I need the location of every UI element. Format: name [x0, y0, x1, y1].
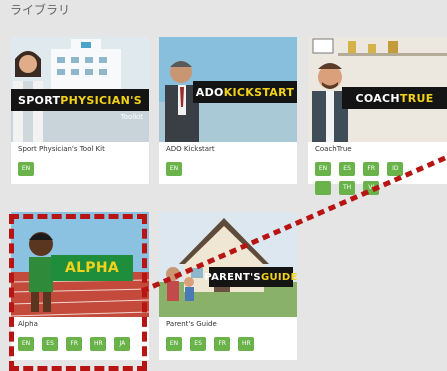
lang-button-hidden[interactable] [315, 181, 331, 195]
language-list: EN [166, 162, 185, 181]
lang-button-en[interactable]: EN [18, 162, 34, 176]
lang-button-hr[interactable]: HR [238, 337, 255, 351]
library-title: ライブラリ [10, 3, 71, 17]
lang-button-vi[interactable]: VI [363, 181, 380, 195]
language-list: EN [18, 162, 37, 181]
card-ado-kickstart[interactable]: ADO KICKSTART ADO Kickstart EN [159, 37, 297, 184]
banner-word-2: TRUE [399, 91, 434, 105]
thumbnail-banner: ADO KICKSTART [193, 81, 297, 103]
thumbnail-banner: PARENT'S GUIDE [204, 267, 297, 287]
lang-button-en[interactable]: EN [18, 337, 34, 351]
thumbnail [159, 212, 297, 317]
language-list: EN ES FR ID TH VI [315, 162, 410, 200]
banner-word-1: PARENT'S [204, 271, 261, 283]
language-list: EN ES FR HR JA [18, 337, 133, 356]
banner-subtitle: Toolkit [120, 113, 143, 121]
lang-button-th[interactable]: TH [339, 181, 356, 195]
thumbnail-banner: ALPHA [51, 255, 133, 281]
card-coachtrue[interactable]: COACH TRUE CoachTrue EN ES FR ID TH VI [308, 37, 447, 195]
lang-button-es[interactable]: ES [190, 337, 207, 351]
lang-button-hr[interactable]: HR [90, 337, 107, 351]
card-sport-physicians-toolkit[interactable]: SPORT PHYSICIAN'S Toolkit Sport Physician… [11, 37, 149, 184]
language-list: EN ES FR HR [166, 337, 257, 356]
card-title[interactable]: ADO Kickstart [166, 145, 215, 153]
banner-word-2: GUIDE [260, 271, 298, 283]
thumbnail-illustration [159, 212, 297, 317]
card-title[interactable]: Sport Physician's Tool Kit [18, 145, 105, 153]
card-title[interactable]: CoachTrue [315, 145, 352, 153]
lang-button-fr[interactable]: FR [66, 337, 83, 351]
lang-button-en[interactable]: EN [166, 337, 182, 351]
banner-word-2: PHYSICIAN'S [60, 93, 143, 107]
card-parents-guide[interactable]: PARENT'S GUIDE Parent's Guide EN ES FR HR [159, 212, 297, 360]
banner-word-1: ALPHA [64, 260, 120, 276]
card-title[interactable]: Alpha [18, 320, 38, 328]
banner-word-1: SPORT [17, 93, 61, 107]
thumbnail-banner: COACH TRUE [342, 87, 447, 109]
banner-word-1: COACH [355, 91, 400, 105]
banner-word-2: KICKSTART [223, 85, 295, 99]
card-alpha[interactable]: ALPHA Alpha EN ES FR HR JA [11, 212, 149, 360]
lang-button-id[interactable]: ID [387, 162, 404, 176]
lang-button-ja[interactable]: JA [114, 337, 131, 351]
banner-word-1: ADO [195, 85, 224, 99]
lang-button-es[interactable]: ES [339, 162, 356, 176]
lang-button-fr[interactable]: FR [363, 162, 380, 176]
lang-button-es[interactable]: ES [42, 337, 59, 351]
lang-button-fr[interactable]: FR [214, 337, 231, 351]
thumbnail-banner: SPORT PHYSICIAN'S [11, 89, 149, 111]
lang-button-en[interactable]: EN [166, 162, 182, 176]
lang-button-en[interactable]: EN [315, 162, 331, 176]
card-title[interactable]: Parent's Guide [166, 320, 217, 328]
